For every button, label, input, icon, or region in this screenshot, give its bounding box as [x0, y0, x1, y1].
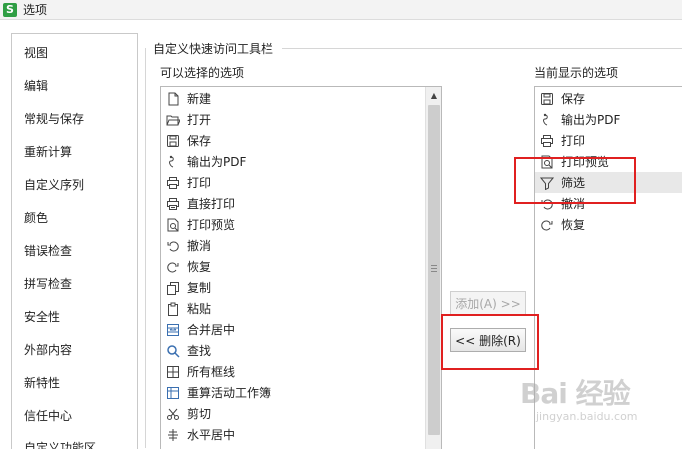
sidebar-item-error-check[interactable]: 错误检查 — [24, 242, 72, 259]
list-item[interactable]: 输出为PDF — [535, 109, 620, 130]
list-item[interactable]: 恢复 — [535, 214, 585, 235]
group-border — [145, 48, 146, 448]
print-preview-icon — [165, 217, 181, 233]
list-item[interactable]: 所有框线 — [161, 361, 235, 382]
available-list-scrollbar[interactable]: ▲ — [425, 87, 441, 449]
title-bar: S 选项 — [0, 0, 682, 20]
options-sidebar: 视图 编辑 常规与保存 重新计算 自定义序列 颜色 错误检查 拼写检查 安全性 … — [11, 33, 138, 449]
available-options-list[interactable]: 新建 打开 保存 输出为PDF 打印 直接打印 打印预览 撤消 恢复 复制 粘贴 — [160, 86, 442, 449]
sidebar-item-new-features[interactable]: 新特性 — [24, 374, 60, 391]
list-item[interactable]: 合并居中 — [161, 319, 235, 340]
current-options-label: 当前显示的选项 — [534, 66, 619, 80]
list-item[interactable]: 保存 — [161, 130, 211, 151]
watermark-brand: Bai 经验 — [520, 377, 631, 410]
list-item[interactable]: 打印预览 — [535, 151, 609, 172]
copy-icon — [165, 280, 181, 296]
grip-line — [431, 271, 437, 272]
save-icon — [165, 133, 181, 149]
available-options-label: 可以选择的选项 — [160, 66, 245, 80]
list-item[interactable]: 打印 — [161, 172, 211, 193]
list-item[interactable]: 恢复 — [161, 256, 211, 277]
sidebar-item-edit[interactable]: 编辑 — [24, 77, 48, 94]
list-item[interactable]: 撤消 — [161, 235, 211, 256]
sidebar-item-security[interactable]: 安全性 — [24, 308, 60, 325]
filter-icon — [539, 175, 555, 191]
paste-icon — [165, 301, 181, 317]
open-folder-icon — [165, 112, 181, 128]
sidebar-item-color[interactable]: 颜色 — [24, 209, 48, 226]
list-item[interactable]: 保存 — [535, 88, 585, 109]
list-item[interactable]: 输出为PDF — [161, 151, 246, 172]
list-item[interactable]: 水平居中 — [161, 424, 235, 445]
baidu-watermark: Bai 经验 jingyan.baidu.com — [520, 372, 670, 432]
list-item[interactable]: 撤消 — [535, 193, 585, 214]
align-center-icon — [165, 427, 181, 443]
list-item-selected[interactable]: 筛选 — [535, 172, 682, 193]
print-icon — [165, 175, 181, 191]
export-pdf-icon — [539, 112, 555, 128]
group-divider — [282, 48, 682, 49]
export-pdf-icon — [165, 154, 181, 170]
grip-line — [431, 268, 437, 269]
sidebar-item-spell-check[interactable]: 拼写检查 — [24, 275, 72, 292]
scroll-thumb[interactable] — [428, 105, 440, 435]
sidebar-item-general-save[interactable]: 常规与保存 — [24, 110, 84, 127]
list-item[interactable]: 重算活动工作簿 — [161, 382, 271, 403]
sidebar-item-custom-list[interactable]: 自定义序列 — [24, 176, 84, 193]
remove-button[interactable]: << 删除(R) — [450, 328, 526, 352]
sidebar-item-trust-center[interactable]: 信任中心 — [24, 407, 72, 424]
list-item[interactable]: 剪切 — [161, 403, 211, 424]
merge-center-icon — [165, 322, 181, 338]
print-icon — [539, 133, 555, 149]
list-item[interactable]: 新建 — [161, 88, 211, 109]
list-item[interactable]: 打印 — [535, 130, 585, 151]
window-title: 选项 — [23, 3, 48, 17]
print-preview-icon — [539, 154, 555, 170]
scroll-up-arrow-icon[interactable]: ▲ — [426, 87, 441, 103]
redo-icon — [165, 259, 181, 275]
direct-print-icon — [165, 196, 181, 212]
add-button[interactable]: 添加(A) >> — [450, 291, 526, 315]
sidebar-item-view[interactable]: 视图 — [24, 44, 48, 61]
save-icon — [539, 91, 555, 107]
redo-icon — [539, 217, 555, 233]
list-item[interactable]: 复制 — [161, 277, 211, 298]
recalc-icon — [165, 385, 181, 401]
list-item[interactable]: 直接打印 — [161, 193, 235, 214]
list-item[interactable]: 查找 — [161, 340, 211, 361]
undo-icon — [165, 238, 181, 254]
all-borders-icon — [165, 364, 181, 380]
new-doc-icon — [165, 91, 181, 107]
app-logo-icon: S — [3, 2, 17, 17]
list-item[interactable]: 打开 — [161, 109, 211, 130]
sidebar-item-external-content[interactable]: 外部内容 — [24, 341, 72, 358]
grip-line — [431, 265, 437, 266]
list-item[interactable]: 粘贴 — [161, 298, 211, 319]
list-item[interactable]: 打印预览 — [161, 214, 235, 235]
sidebar-item-recalculate[interactable]: 重新计算 — [24, 143, 72, 160]
sidebar-item-custom-ribbon[interactable]: 自定义功能区 — [24, 439, 96, 449]
undo-icon — [539, 196, 555, 212]
cut-icon — [165, 406, 181, 422]
find-icon — [165, 343, 181, 359]
group-title: 自定义快速访问工具栏 — [153, 42, 274, 56]
watermark-url: jingyan.baidu.com — [536, 410, 638, 423]
